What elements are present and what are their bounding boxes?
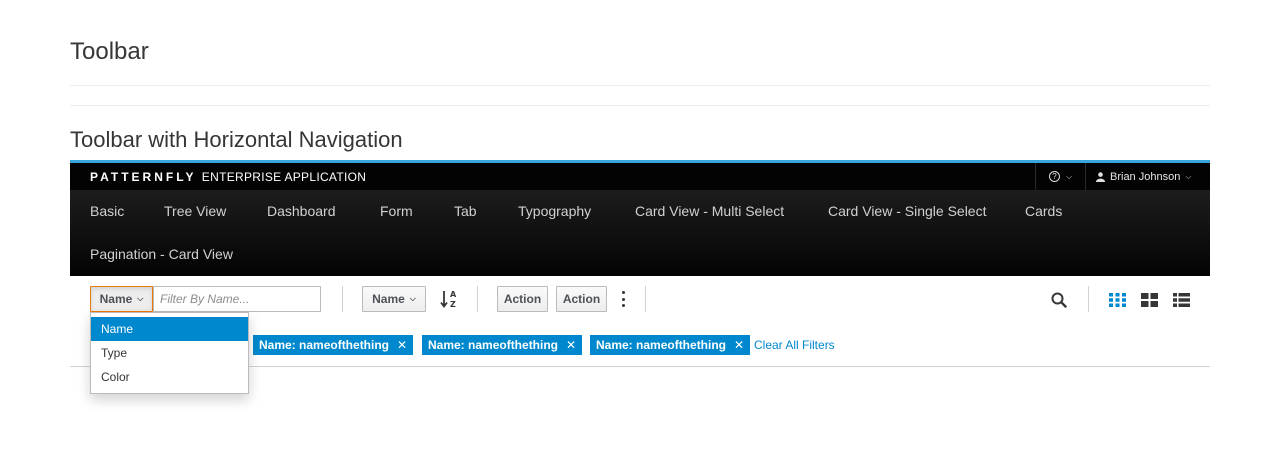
nav-item-card-view-multi-select[interactable]: Card View - Multi Select xyxy=(635,203,784,219)
nav-item-pagination-card-view[interactable]: Pagination - Card View xyxy=(90,246,233,262)
divider xyxy=(1088,286,1089,312)
sort-field-label: Name xyxy=(372,292,405,306)
divider xyxy=(70,105,1210,106)
user-name: Brian Johnson xyxy=(1110,170,1181,183)
user-menu[interactable]: Brian Johnson ⌵ xyxy=(1085,163,1210,190)
filter-chip: Name: nameofthething ✕ xyxy=(253,335,414,355)
filter-option-name[interactable]: Name xyxy=(91,317,248,341)
chevron-down-icon: ⌵ xyxy=(1065,171,1073,181)
filter-chip-label: Name: nameofthething xyxy=(428,338,559,352)
filter-chip: Name: nameofthething ✕ xyxy=(590,335,751,355)
nav-item-tab[interactable]: Tab xyxy=(454,203,477,219)
nav-item-card-view-single-select[interactable]: Card View - Single Select xyxy=(828,203,986,219)
clear-all-filters-link[interactable]: Clear All Filters xyxy=(754,338,835,352)
divider xyxy=(342,286,343,312)
sort-alpha-asc-icon[interactable]: A Z xyxy=(440,289,458,309)
nav-item-typography[interactable]: Typography xyxy=(518,203,591,219)
divider xyxy=(645,286,646,312)
horizontal-nav: Basic Tree View Dashboard Form Tab Typog… xyxy=(70,190,1210,276)
close-icon[interactable]: ✕ xyxy=(397,338,407,352)
masthead: PATTERNFLY ENTERPRISE APPLICATION ? ⌵ Br… xyxy=(70,160,1210,190)
brand-subtitle: ENTERPRISE APPLICATION xyxy=(201,170,367,184)
chevron-down-icon: ⌵ xyxy=(409,294,416,303)
brand[interactable]: PATTERNFLY ENTERPRISE APPLICATION xyxy=(90,170,366,184)
filter-field-label: Name xyxy=(99,292,133,306)
help-menu[interactable]: ? ⌵ xyxy=(1035,163,1085,190)
filter-chip: Name: nameofthething ✕ xyxy=(422,335,583,355)
filter-option-color[interactable]: Color xyxy=(91,365,248,389)
nav-item-form[interactable]: Form xyxy=(380,203,413,219)
large-cards-view-icon[interactable] xyxy=(1141,293,1158,307)
svg-text:A: A xyxy=(450,290,457,299)
question-circle-icon: ? xyxy=(1048,171,1060,182)
divider xyxy=(477,286,478,312)
chevron-down-icon: ⌵ xyxy=(1185,171,1192,181)
nav-item-tree-view[interactable]: Tree View xyxy=(164,203,226,219)
filter-field-menu: Name Type Color xyxy=(90,312,249,394)
page-title: Toolbar xyxy=(70,38,149,65)
list-view-icon[interactable] xyxy=(1173,293,1190,307)
filter-chip-label: Name: nameofthething xyxy=(596,338,727,352)
sort-field-dropdown[interactable]: Name ⌵ xyxy=(362,286,426,312)
svg-text:Z: Z xyxy=(450,300,456,309)
brand-name: PATTERNFLY xyxy=(90,170,197,184)
action-button-1[interactable]: Action xyxy=(497,286,548,312)
divider xyxy=(70,85,1210,86)
close-icon[interactable]: ✕ xyxy=(734,338,744,352)
filter-field-dropdown[interactable]: Name ⌵ xyxy=(90,286,153,312)
filter-option-type[interactable]: Type xyxy=(91,341,248,365)
nav-item-cards[interactable]: Cards xyxy=(1025,203,1062,219)
chevron-down-icon: ⌵ xyxy=(137,294,144,303)
nav-item-dashboard[interactable]: Dashboard xyxy=(267,203,336,219)
search-icon[interactable] xyxy=(1051,292,1067,308)
filter-chip-label: Name: nameofthething xyxy=(259,338,390,352)
small-cards-view-icon[interactable] xyxy=(1109,293,1126,307)
kebab-icon[interactable] xyxy=(619,291,627,307)
action-button-2[interactable]: Action xyxy=(556,286,607,312)
user-icon xyxy=(1096,171,1105,182)
section-title: Toolbar with Horizontal Navigation xyxy=(70,127,403,152)
filter-input[interactable]: Filter By Name... xyxy=(153,286,321,312)
nav-item-basic[interactable]: Basic xyxy=(90,203,124,219)
close-icon[interactable]: ✕ xyxy=(566,338,576,352)
